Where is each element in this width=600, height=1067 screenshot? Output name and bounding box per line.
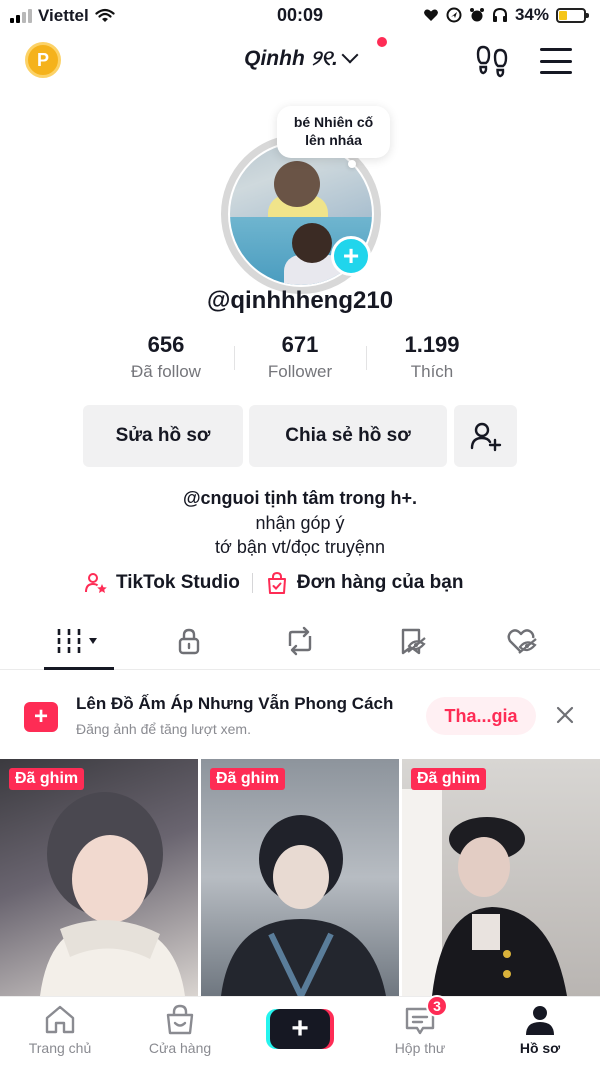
stat-following[interactable]: 656 Đã follow <box>100 332 232 382</box>
stat-followers[interactable]: 671 Follower <box>234 332 366 382</box>
stat-value: 1.199 <box>404 332 460 357</box>
pinned-badge: Đã ghim <box>411 768 487 790</box>
pinned-badge: Đã ghim <box>9 768 85 790</box>
close-icon[interactable] <box>554 704 576 726</box>
profile-links: TikTok Studio Đơn hàng của bạn <box>84 571 463 595</box>
video-grid: Đã ghim Đã ghim Đã ghim <box>0 759 600 996</box>
thumbnail-art <box>402 789 567 996</box>
bio-line-3: tớ bận vt/đọc truyệnn <box>215 537 385 557</box>
note-bubble[interactable]: bé Nhiên cố lên nháa <box>277 106 390 158</box>
promo-banner[interactable]: + Lên Đồ Ấm Áp Nhưng Vẫn Phong Cách Đăng… <box>0 680 600 752</box>
stat-likes[interactable]: 1.199 Thích <box>366 332 498 382</box>
profile-icon <box>526 1006 554 1035</box>
home-icon <box>45 1005 75 1034</box>
battery-icon <box>556 7 589 23</box>
note-line-2: lên nháa <box>305 132 362 148</box>
edit-profile-button[interactable]: Sửa hồ sơ <box>83 405 243 467</box>
battery-percent: 34% <box>514 5 549 24</box>
username: @qinhhheng210 <box>206 287 394 314</box>
nav-profile-label: Hồ sơ <box>519 1040 561 1056</box>
video-thumbnail[interactable]: Đã ghim <box>402 759 600 996</box>
bio-line-1: @cnguoi tịnh tâm trong h+. <box>182 488 418 508</box>
hidden-bookmark-icon <box>401 628 426 655</box>
shop-icon <box>166 1004 194 1035</box>
lock-icon <box>178 628 200 655</box>
inbox-badge: 3 <box>426 995 448 1017</box>
banner-subtitle: Đăng ảnh để tăng lượt xem. <box>76 721 251 737</box>
tiktok-studio-label: TikTok Studio <box>116 572 240 593</box>
menu-icon[interactable] <box>540 48 572 74</box>
stats-row: 656 Đã follow 671 Follower 1.199 Thích <box>100 332 500 388</box>
alarm-icon <box>469 8 484 22</box>
headphones-icon <box>492 7 507 22</box>
video-thumbnail[interactable]: Đã ghim <box>0 759 198 996</box>
share-profile-button[interactable]: Chia sẻ hồ sơ <box>249 405 447 467</box>
nav-shop-label: Cửa hàng <box>148 1040 212 1056</box>
repost-icon <box>288 626 312 656</box>
note-line-1: bé Nhiên cố <box>293 114 374 130</box>
location-icon <box>446 7 462 23</box>
tab-videos[interactable] <box>49 625 109 657</box>
video-thumbnail[interactable]: Đã ghim <box>201 759 399 996</box>
hidden-heart-icon <box>507 629 537 654</box>
thumbnail-art <box>40 792 185 996</box>
tab-private[interactable] <box>159 625 219 657</box>
add-friend-button[interactable] <box>454 405 517 467</box>
add-user-icon <box>470 422 501 452</box>
active-tab-indicator <box>44 667 114 670</box>
tab-reposts[interactable] <box>270 625 330 657</box>
create-button[interactable]: + <box>270 1009 330 1049</box>
banner-title: Lên Đồ Ấm Áp Nhưng Vẫn Phong Cách <box>76 694 394 713</box>
orders-link[interactable]: Đơn hàng của bạn <box>265 571 464 595</box>
chevron-down-icon <box>341 46 359 64</box>
stat-value: 656 <box>147 332 185 357</box>
stat-value: 671 <box>281 332 319 357</box>
notification-dot <box>377 37 387 47</box>
footprints-icon[interactable] <box>474 44 510 78</box>
nav-inbox[interactable]: Hộp thư <box>365 1003 475 1056</box>
bio-line-2: nhận góp ý <box>255 513 345 533</box>
orders-label: Đơn hàng của bạn <box>296 572 464 593</box>
pinned-badge: Đã ghim <box>210 768 286 790</box>
content-tabs <box>0 615 600 670</box>
stat-label: Đã follow <box>131 362 201 381</box>
tiktok-studio-link[interactable]: TikTok Studio <box>84 571 240 595</box>
grid-icon <box>57 629 97 653</box>
tab-favorites[interactable] <box>382 625 442 657</box>
profile-title-dropdown[interactable]: Qinhh ୨୧. <box>0 46 600 71</box>
bottom-nav: Trang chủ Cửa hàng + Hộp thư 3 Hồ sơ <box>0 995 600 1067</box>
plus-icon: + <box>342 240 360 271</box>
note-tail <box>348 160 356 168</box>
join-button[interactable]: Tha...gia <box>426 697 536 735</box>
thumbnail-art <box>221 815 386 996</box>
studio-icon <box>85 573 107 593</box>
stat-label: Thích <box>410 362 454 381</box>
nav-shop[interactable]: Cửa hàng <box>125 1003 235 1056</box>
status-bar: Viettel 00:09 34% <box>0 0 600 32</box>
shopping-bag-icon <box>267 571 286 594</box>
add-avatar-button[interactable]: + <box>331 236 371 276</box>
nav-inbox-label: Hộp thư <box>394 1040 446 1056</box>
nav-home-label: Trang chủ <box>28 1040 92 1056</box>
tab-liked[interactable] <box>492 625 552 657</box>
nav-home[interactable]: Trang chủ <box>5 1003 115 1056</box>
stat-label: Follower <box>267 362 333 381</box>
add-post-icon: + <box>24 702 58 732</box>
heart-icon <box>424 9 438 21</box>
plus-icon: + <box>291 1012 309 1045</box>
nav-profile[interactable]: Hồ sơ <box>485 1003 595 1056</box>
profile-title-text: Qinhh ୨୧. <box>244 47 338 70</box>
